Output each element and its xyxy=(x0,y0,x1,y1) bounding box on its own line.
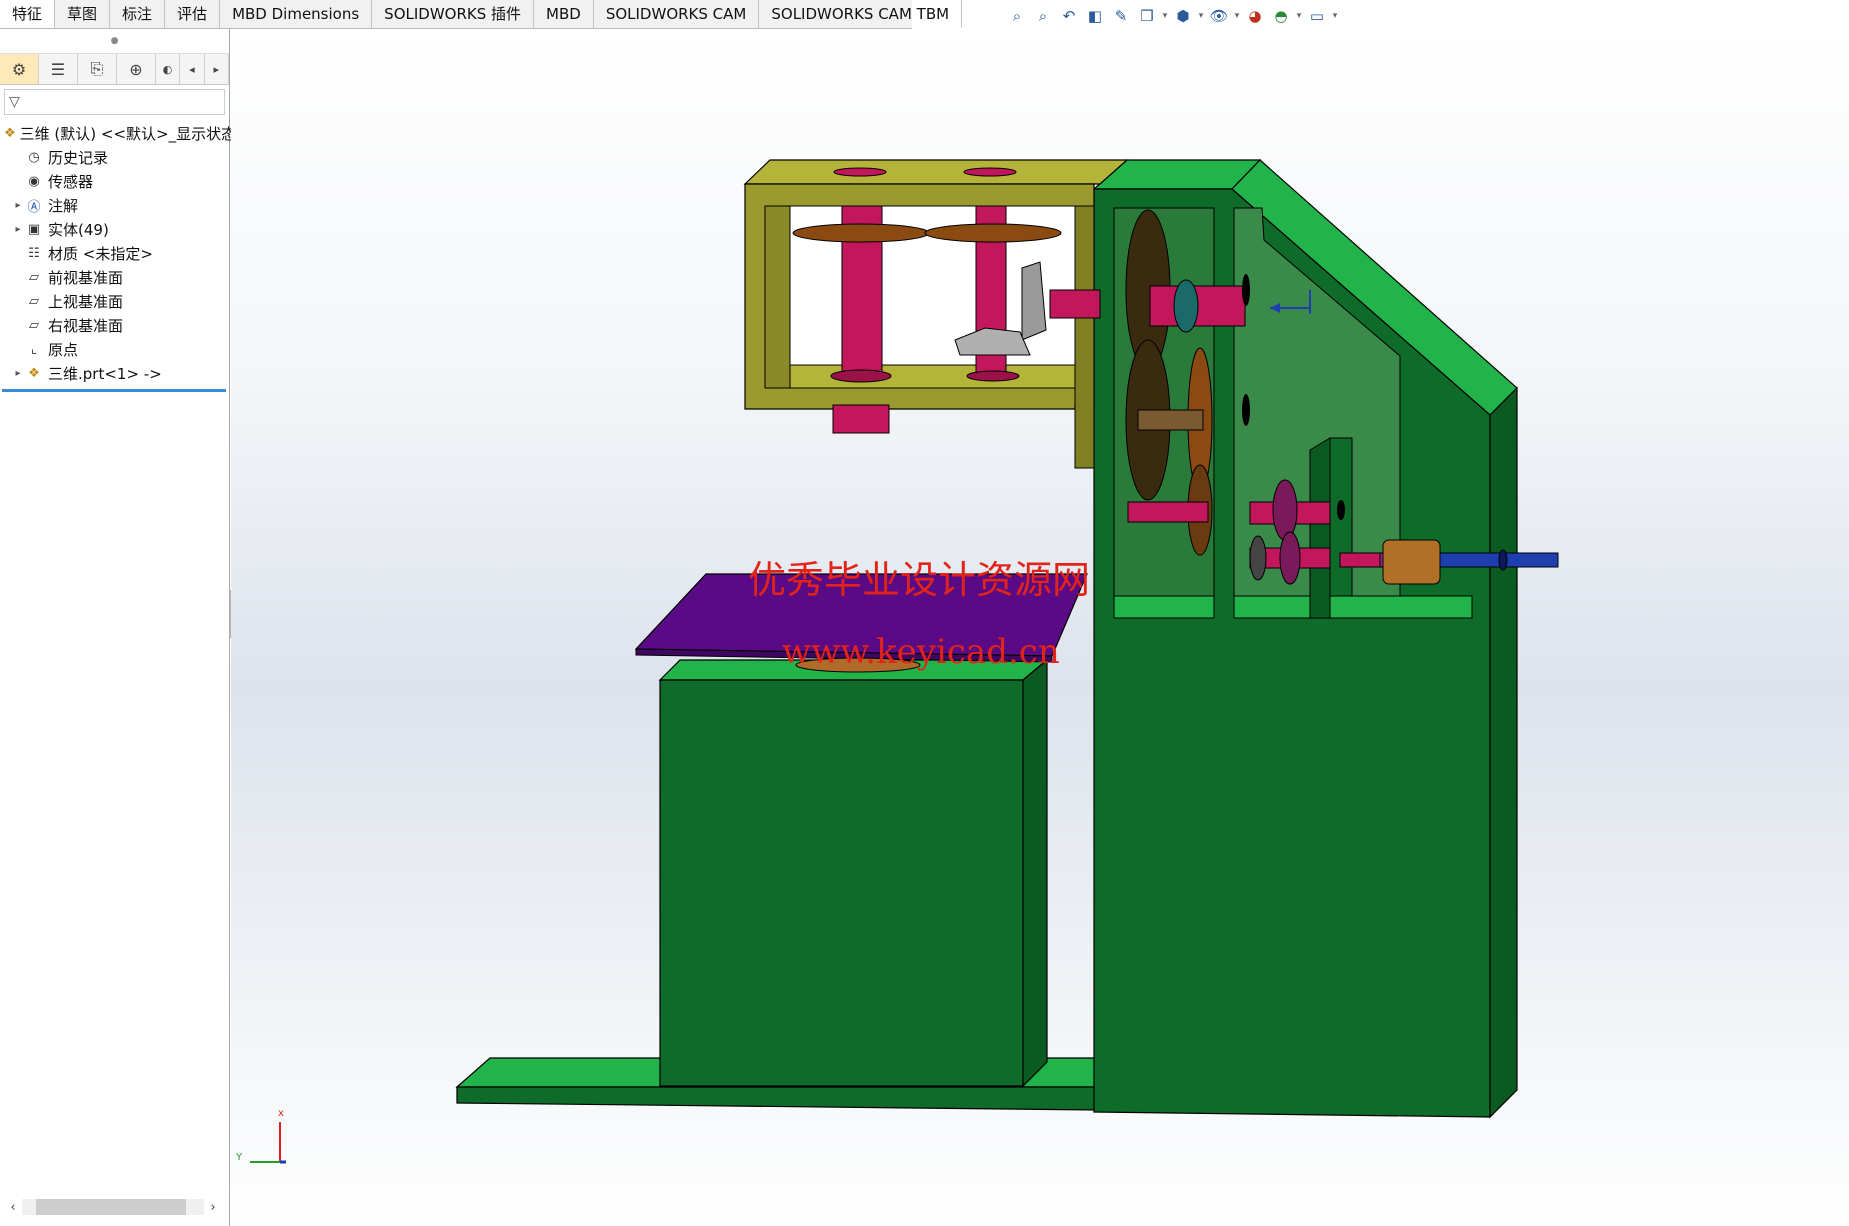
solid-bodies-icon: ▣ xyxy=(27,221,41,237)
feature-tree: ❖ 三维 (默认) <<默认>_显示状态 ◷ 历史记录 ◉ 传感器 ▸ Ⓐ 注解… xyxy=(0,121,236,392)
tree-item-material[interactable]: ☷ 材质 <未指定> xyxy=(0,241,229,265)
configuration-manager-icon[interactable]: ⎘ xyxy=(78,54,117,84)
tree-item-label: 上视基准面 xyxy=(48,292,124,311)
view-setting-icon[interactable]: ▭ xyxy=(1305,4,1329,28)
svg-text:x: x xyxy=(278,1108,284,1119)
previous-view-icon[interactable]: ↶ xyxy=(1057,4,1081,28)
graphics-area[interactable]: 优秀毕业设计资源网 www.keyicad.cn x Y xyxy=(231,29,1849,1226)
tree-filter[interactable]: ▽ xyxy=(4,89,225,115)
tree-item-part[interactable]: ▸ ❖ 三维.prt<1> -> xyxy=(0,361,229,385)
expand-arrow-icon[interactable]: ▸ xyxy=(12,200,24,211)
display-manager-icon[interactable]: ◐ xyxy=(156,54,181,84)
tab-solidworks-cam[interactable]: SOLIDWORKS CAM xyxy=(594,0,760,28)
tree-item-label: 实体(49) xyxy=(48,220,109,239)
heads-up-view-toolbar: ⌕ ⌕ ↶ ◧ ✎ ❒ ▾ ⬢ ▾ 👁 ▾ ◕ ◓ ▾ ▭ ▾ xyxy=(1005,4,1339,28)
tab-solidworks-cam-tbm[interactable]: SOLIDWORKS CAM TBM xyxy=(759,0,963,28)
material-icon: ☷ xyxy=(28,245,40,261)
rollback-bar[interactable] xyxy=(2,389,226,392)
tree-item-sensors[interactable]: ◉ 传感器 xyxy=(0,169,229,193)
tree-root-label: 三维 (默认) <<默认>_显示状态 xyxy=(19,124,237,143)
tab-mbd[interactable]: MBD xyxy=(534,0,594,28)
chevron-down-icon[interactable]: ▾ xyxy=(1197,11,1205,21)
tree-item-front-plane[interactable]: ▱ 前视基准面 xyxy=(0,265,229,289)
tab-features[interactable]: 特征 xyxy=(0,0,56,28)
scene-icon[interactable]: ◓ xyxy=(1269,4,1293,28)
tab-evaluate[interactable]: 评估 xyxy=(165,0,221,28)
3d-model: 优秀毕业设计资源网 www.keyicad.cn x Y xyxy=(235,159,1559,1164)
display-style-icon[interactable]: ⬢ xyxy=(1171,4,1195,28)
annotation-icon: Ⓐ xyxy=(27,199,41,215)
chevron-down-icon[interactable]: ▾ xyxy=(1233,11,1241,21)
chevron-right-icon[interactable]: › xyxy=(204,1200,222,1215)
tree-root[interactable]: ❖ 三维 (默认) <<默认>_显示状态 xyxy=(0,121,236,145)
plane-icon: ▱ xyxy=(29,269,39,285)
chevron-left-icon[interactable]: ‹ xyxy=(4,1200,22,1215)
zoom-area-icon[interactable]: ⌕ xyxy=(1031,4,1055,28)
tree-item-origin[interactable]: ⌞ 原点 xyxy=(0,337,229,361)
tree-item-top-plane[interactable]: ▱ 上视基准面 xyxy=(0,289,229,313)
chevron-right-icon[interactable]: ▸ xyxy=(205,54,229,84)
scrollbar-thumb[interactable] xyxy=(36,1199,186,1215)
feature-manager-panel: ● ⚙ ☰ ⎘ ⊕ ◐ ◂ ▸ ▽ ❖ 三维 (默认) <<默认>_显示状态 ◷… xyxy=(0,29,236,1226)
property-manager-icon[interactable]: ☰ xyxy=(39,54,78,84)
tree-item-label: 前视基准面 xyxy=(48,268,124,287)
watermark-url: www.keyicad.cn xyxy=(782,632,1060,672)
sensor-icon: ◉ xyxy=(28,173,40,189)
part-icon: ❖ xyxy=(28,365,40,381)
expand-arrow-icon[interactable]: ▸ xyxy=(12,224,24,235)
tree-item-label: 历史记录 xyxy=(48,148,109,167)
chevron-down-icon[interactable]: ▾ xyxy=(1161,11,1169,21)
tree-item-history[interactable]: ◷ 历史记录 xyxy=(0,145,229,169)
plane-icon: ▱ xyxy=(29,317,39,333)
view-triad: x Y xyxy=(235,1108,286,1164)
zoom-to-fit-icon[interactable]: ⌕ xyxy=(1005,4,1029,28)
tree-item-label: 三维.prt<1> -> xyxy=(48,364,162,383)
chevron-down-icon[interactable]: ▾ xyxy=(1295,11,1303,21)
tab-sketch[interactable]: 草图 xyxy=(55,0,111,28)
triad-y-label: Y xyxy=(235,1152,243,1163)
filter-icon: ▽ xyxy=(9,94,20,110)
dynamic-annotation-icon[interactable]: ✎ xyxy=(1109,4,1133,28)
command-manager-tabs: 特征 草图 标注 评估 MBD Dimensions SOLIDWORKS 插件… xyxy=(0,0,963,29)
panel-grip[interactable]: ● xyxy=(0,29,229,54)
chevron-left-icon[interactable]: ◂ xyxy=(180,54,205,84)
feature-manager-icon[interactable]: ⚙ xyxy=(0,54,39,84)
tab-mbd-dimensions[interactable]: MBD Dimensions xyxy=(220,0,373,28)
watermark-title: 优秀毕业设计资源网 xyxy=(748,558,1090,602)
pedestal-box xyxy=(658,658,1049,1088)
tree-item-label: 注解 xyxy=(48,196,79,215)
horizontal-scrollbar[interactable]: ‹ › xyxy=(4,1198,222,1216)
plane-icon: ▱ xyxy=(29,293,39,309)
tab-markup[interactable]: 标注 xyxy=(110,0,166,28)
tree-item-label: 原点 xyxy=(48,340,79,359)
tree-item-label: 右视基准面 xyxy=(48,316,124,335)
history-icon: ◷ xyxy=(28,149,40,165)
section-view-icon[interactable]: ◧ xyxy=(1083,4,1107,28)
hide-show-icon[interactable]: 👁 xyxy=(1207,4,1231,28)
origin-icon: ⌞ xyxy=(30,341,38,357)
tree-item-label: 传感器 xyxy=(48,172,94,191)
tree-item-annotations[interactable]: ▸ Ⓐ 注解 xyxy=(0,193,229,217)
chevron-down-icon[interactable]: ▾ xyxy=(1331,11,1339,21)
edit-appearance-icon[interactable]: ◕ xyxy=(1243,4,1267,28)
tree-item-solid-bodies[interactable]: ▸ ▣ 实体(49) xyxy=(0,217,229,241)
view-orientation-icon[interactable]: ❒ xyxy=(1135,4,1159,28)
panel-tabs: ⚙ ☰ ⎘ ⊕ ◐ ◂ ▸ xyxy=(0,54,229,85)
dimxpert-icon[interactable]: ⊕ xyxy=(117,54,156,84)
tree-item-right-plane[interactable]: ▱ 右视基准面 xyxy=(0,313,229,337)
tree-item-label: 材质 <未指定> xyxy=(48,244,153,263)
part-icon: ❖ xyxy=(4,125,16,141)
tab-solidworks-addins[interactable]: SOLIDWORKS 插件 xyxy=(372,0,535,28)
expand-arrow-icon[interactable]: ▸ xyxy=(12,368,24,379)
